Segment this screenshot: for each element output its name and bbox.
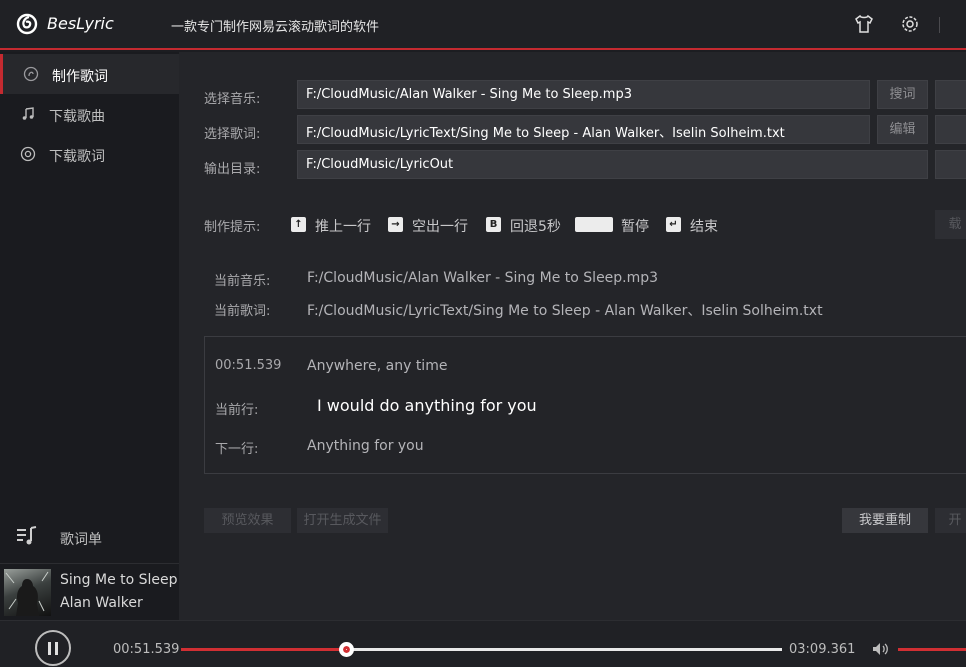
settings-gear-icon[interactable] [899, 13, 921, 35]
make-lyric-icon [23, 66, 39, 82]
sidebar-item-label: 下载歌曲 [49, 109, 105, 125]
redo-button[interactable]: 我要重制 [842, 508, 928, 533]
b-key-icon: B [486, 217, 501, 232]
open-output-file-button[interactable]: 打开生成文件 [297, 508, 388, 533]
progress-slider[interactable] [181, 642, 782, 657]
lyric-path-field[interactable]: F:/CloudMusic/LyricText/Sing Me to Sleep… [297, 115, 870, 144]
preview-button[interactable]: 预览效果 [204, 508, 291, 533]
load-button[interactable]: 载 [935, 210, 966, 239]
pause-icon-bar [55, 642, 58, 655]
progress-fill [181, 648, 346, 651]
up-arrow-key-icon: ↑ [291, 217, 306, 232]
lyric-progress-panel: 00:51.539 Anywhere, any time 当前行: I woul… [204, 336, 966, 474]
player-bar: 00:51.539 03:09.361 [0, 620, 966, 667]
lyric-select-label: 选择歌词: [204, 127, 261, 142]
enter-key-icon: ↵ [666, 217, 681, 232]
music-note-icon [22, 107, 34, 120]
current-lyric-value: F:/CloudMusic/LyricText/Sing Me to Sleep… [307, 303, 823, 319]
album-art-icon [5, 571, 49, 616]
current-line-text: I would do anything for you [317, 396, 537, 415]
next-line-label: 下一行: [215, 442, 259, 457]
sidebar-item-download-lyric[interactable]: 下载歌词 [0, 134, 179, 174]
music-browse-button[interactable] [935, 80, 966, 109]
hint-push-line: 推上一行 [315, 219, 371, 235]
skin-shirt-icon[interactable] [853, 13, 875, 35]
prev-line-text: Anywhere, any time [307, 358, 448, 374]
right-arrow-key-icon: → [388, 217, 403, 232]
sidebar: 制作歌词 下载歌曲 下载歌词 歌词单 Sing Me to Sleep Alan… [0, 52, 179, 620]
app-subtitle: 一款专门制作网易云滚动歌词的软件 [171, 20, 380, 35]
current-music-label: 当前音乐: [214, 274, 271, 289]
now-playing-title: Sing Me to Sleep [60, 572, 178, 588]
hint-label: 制作提示: [204, 220, 261, 235]
netease-logo-icon [16, 13, 38, 35]
output-path-field[interactable]: F:/CloudMusic/LyricOut [297, 150, 928, 179]
main-panel: 选择音乐: F:/CloudMusic/Alan Walker - Sing M… [179, 52, 966, 620]
hint-end: 结束 [690, 219, 718, 235]
hint-back-5s: 回退5秒 [510, 219, 561, 235]
search-lyric-button[interactable]: 搜词 [877, 80, 928, 109]
now-playing-artist: Alan Walker [60, 595, 143, 611]
volume-slider[interactable] [898, 648, 966, 651]
total-time: 03:09.361 [789, 642, 856, 657]
next-line-text: Anything for you [307, 438, 424, 454]
music-path-field[interactable]: F:/CloudMusic/Alan Walker - Sing Me to S… [297, 80, 870, 109]
download-lyric-icon [20, 146, 36, 162]
current-line-label: 当前行: [215, 403, 259, 418]
edit-lyric-button[interactable]: 编辑 [877, 115, 928, 144]
pause-button[interactable] [35, 630, 71, 666]
volume-icon[interactable] [872, 641, 890, 657]
sidebar-item-label: 制作歌词 [52, 69, 108, 85]
title-bar: BesLyric 一款专门制作网易云滚动歌词的软件 [0, 0, 966, 50]
playlist-icon [17, 526, 37, 545]
now-playing[interactable]: Sing Me to Sleep Alan Walker [0, 563, 179, 620]
album-cover [4, 569, 51, 616]
space-key-icon [575, 217, 613, 232]
hint-blank-line: 空出一行 [412, 219, 468, 235]
output-browse-button[interactable] [935, 150, 966, 179]
sidebar-item-label: 下载歌词 [49, 149, 105, 165]
sidebar-item-make-lyric[interactable]: 制作歌词 [0, 54, 179, 94]
current-lyric-label: 当前歌词: [214, 304, 271, 319]
titlebar-divider [939, 17, 940, 33]
lyric-list-label: 歌词单 [60, 532, 102, 548]
current-time: 00:51.539 [113, 642, 180, 657]
app-name: BesLyric [47, 14, 114, 33]
start-button[interactable]: 开 [935, 508, 966, 533]
lyric-browse-button[interactable] [935, 115, 966, 144]
music-select-label: 选择音乐: [204, 92, 261, 107]
output-dir-label: 输出目录: [204, 162, 261, 177]
lyric-list-button[interactable]: 歌词单 [0, 513, 179, 561]
progress-thumb[interactable] [338, 642, 354, 657]
current-music-value: F:/CloudMusic/Alan Walker - Sing Me to S… [307, 270, 659, 286]
pause-icon [48, 642, 51, 655]
prev-line-time: 00:51.539 [215, 358, 282, 373]
sidebar-item-download-song[interactable]: 下载歌曲 [0, 94, 179, 134]
hint-pause: 暂停 [621, 219, 649, 235]
